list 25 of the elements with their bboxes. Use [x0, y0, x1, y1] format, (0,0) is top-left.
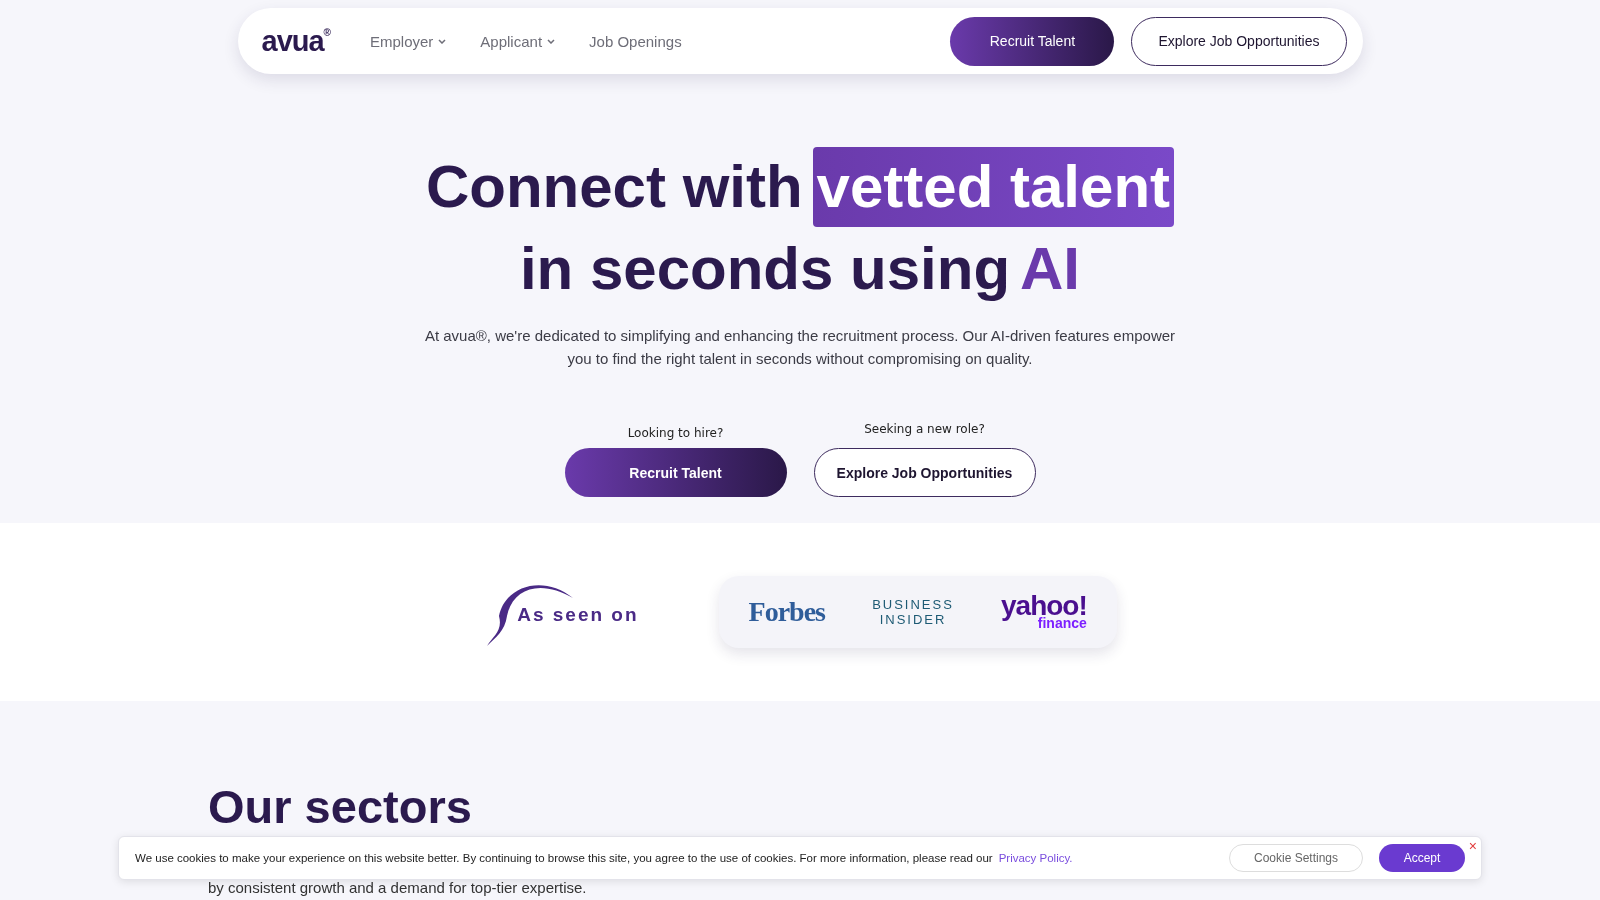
cookie-text: We use cookies to make your experience on this website better. By continuing to browse this site, you agree to the use of cookies. For more information, please read our Privacy Policy.	[135, 852, 1074, 864]
highlighted-title: vetted talent	[812, 147, 1175, 227]
hero-description: At avua®, we're dedicated to simplifying and enhancing the recruitment process. Our AI-driven features empower you to find the right talent in seconds without compromising on quality.	[423, 326, 1177, 369]
accent-title: AI	[1020, 234, 1081, 304]
nav-link[interactable]: Job Openings	[589, 32, 682, 50]
privacy-policy-link[interactable]: Privacy Policy.	[998, 852, 1073, 864]
recruit-talent-button[interactable]: Recruit Talent	[950, 16, 1115, 66]
cta-button[interactable]: Explore Job Opportunities	[813, 448, 1036, 497]
hero-title: in seconds using	[519, 234, 1011, 304]
accept-button[interactable]: Accept	[1379, 844, 1465, 872]
as-seen-on-label: As seen on	[517, 604, 639, 626]
explore-jobs-button[interactable]: Explore Job Opportunities	[1131, 16, 1347, 66]
press-logo: BUSINESS INSIDER	[871, 597, 955, 627]
cta-button[interactable]: Recruit Talent	[564, 448, 787, 497]
handwritten-hint: Seeking a new role?	[864, 422, 985, 436]
section-text: by consistent growth and a demand for top-tier expertise.	[208, 880, 588, 896]
nav-link[interactable]: Applicant	[480, 32, 556, 50]
close-button[interactable]: ×	[1468, 839, 1477, 853]
handwritten-hint: Looking to hire?	[627, 426, 724, 440]
section-title: Our sectors	[208, 779, 473, 834]
hero-title: Connect with	[425, 152, 803, 222]
logo[interactable]: avua®	[261, 24, 330, 58]
cookie-settings-button[interactable]: Cookie Settings	[1229, 844, 1363, 872]
press-logo: Forbes	[748, 596, 825, 628]
nav-link[interactable]: Employer	[370, 32, 447, 50]
